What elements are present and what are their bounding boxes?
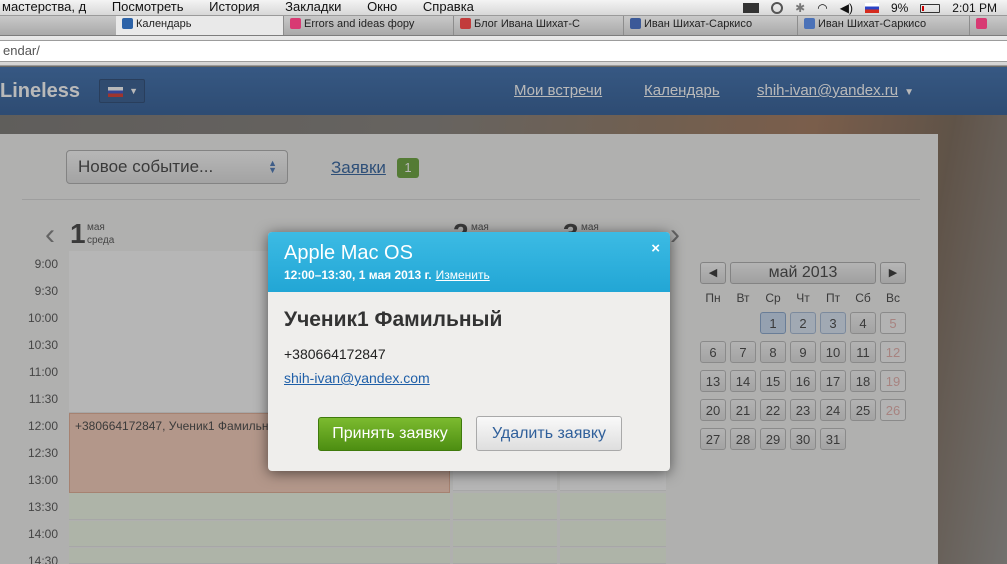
tab-profile[interactable]: Иван Шихат-Саркисо bbox=[798, 16, 970, 35]
menu-item-window[interactable]: Окно bbox=[367, 0, 397, 14]
menu-item-history[interactable]: История bbox=[209, 0, 259, 14]
volume-icon[interactable]: ◀) bbox=[840, 1, 853, 15]
accept-request-button[interactable]: Принять заявку bbox=[318, 417, 462, 451]
profile-favicon-icon bbox=[804, 18, 815, 29]
modal-time: 12:00–13:30, 1 мая 2013 г. Изменить bbox=[284, 268, 490, 282]
battery-percent[interactable]: 9% bbox=[891, 1, 908, 15]
student-name: Ученик1 Фамильный bbox=[284, 308, 503, 331]
blog-favicon-icon bbox=[460, 18, 471, 29]
time-machine-icon[interactable] bbox=[771, 2, 784, 14]
student-email-link[interactable]: shih-ivan@yandex.com bbox=[284, 370, 430, 386]
lineless-favicon-icon bbox=[122, 18, 133, 29]
tab-blog[interactable]: Блог Ивана Шихат-С bbox=[454, 16, 624, 35]
tape-icon[interactable] bbox=[743, 3, 760, 13]
modal-title: Apple Mac OS bbox=[284, 242, 413, 264]
wifi-icon[interactable]: ◠ bbox=[817, 1, 827, 15]
address-bar: endar/ bbox=[0, 36, 1007, 66]
change-link[interactable]: Изменить bbox=[436, 268, 490, 282]
input-flag-icon[interactable] bbox=[864, 3, 879, 13]
bluetooth-icon[interactable]: ✱ bbox=[795, 1, 805, 15]
battery-icon[interactable] bbox=[920, 3, 941, 13]
modal-header: Apple Mac OS 12:00–13:30, 1 мая 2013 г. И… bbox=[268, 232, 670, 292]
menu-item-help[interactable]: Справка bbox=[423, 0, 474, 14]
app-menus: мастерства, д Посмотреть История Закладк… bbox=[0, 0, 474, 14]
delete-request-button[interactable]: Удалить заявку bbox=[476, 416, 622, 451]
menu-item-bookmarks[interactable]: Закладки bbox=[285, 0, 341, 14]
status-tray: ✱ ◠ ◀) 9% 2:01 PM bbox=[743, 0, 997, 16]
browser-tabbar: Календарь Errors and ideas фору Блог Ива… bbox=[0, 16, 1007, 36]
facebook-favicon-icon bbox=[630, 18, 641, 29]
menu-item-view[interactable]: Посмотреть bbox=[112, 0, 184, 14]
tab-calendar[interactable]: Календарь bbox=[116, 16, 284, 35]
uservoice-favicon-icon bbox=[290, 18, 301, 29]
clock[interactable]: 2:01 PM bbox=[952, 1, 997, 15]
request-modal: Apple Mac OS 12:00–13:30, 1 мая 2013 г. И… bbox=[268, 232, 670, 471]
uservoice-favicon-icon bbox=[976, 18, 987, 29]
tab-facebook[interactable]: Иван Шихат-Саркисо bbox=[624, 16, 798, 35]
student-phone: +380664172847 bbox=[284, 346, 386, 362]
close-icon[interactable]: × bbox=[651, 240, 660, 257]
tab-overflow[interactable] bbox=[970, 16, 1007, 35]
tab-errors[interactable]: Errors and ideas фору bbox=[284, 16, 454, 35]
url-field[interactable]: endar/ bbox=[0, 40, 1007, 62]
menu-item-cut[interactable]: мастерства, д bbox=[2, 0, 86, 14]
mac-menubar: мастерства, д Посмотреть История Закладк… bbox=[0, 0, 1007, 16]
